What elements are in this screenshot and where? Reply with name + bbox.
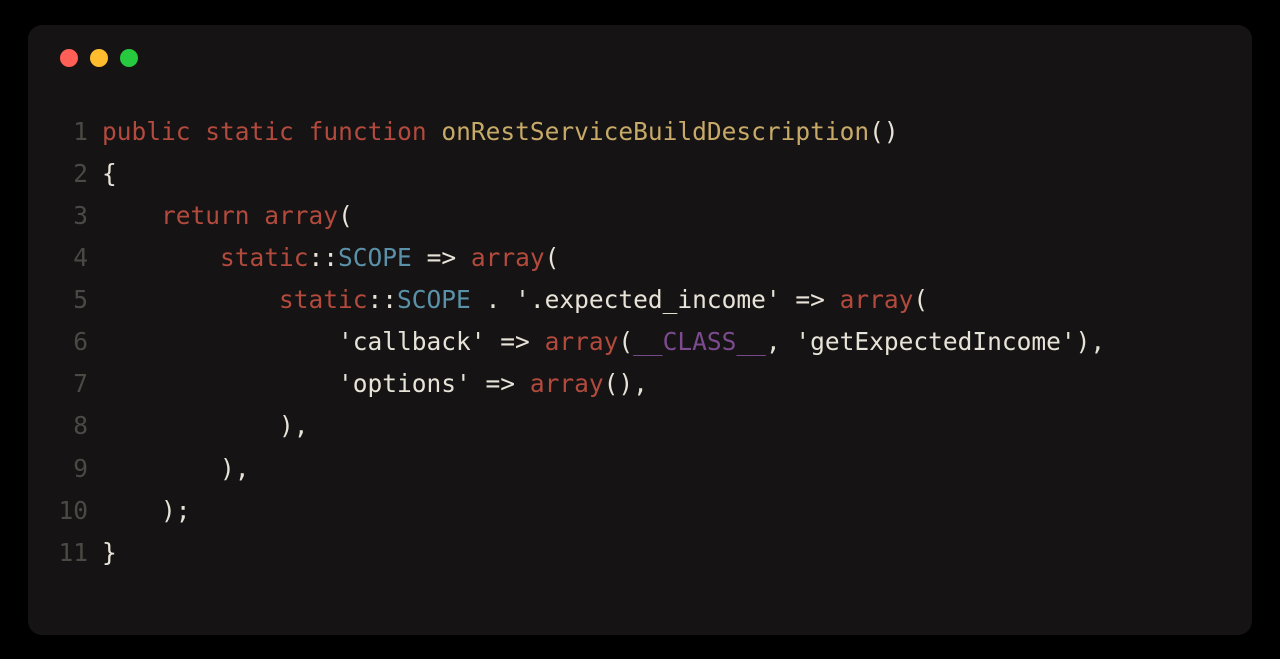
code-text: return array( [102, 195, 1224, 237]
code-text: } [102, 532, 1224, 574]
code-block: 1public static function onRestServiceBui… [56, 111, 1224, 574]
traffic-lights [60, 49, 1224, 67]
token-punct [102, 201, 161, 230]
code-text: ); [102, 490, 1224, 532]
token-punct [250, 201, 265, 230]
code-line: 8 ), [56, 405, 1224, 447]
token-punct [781, 285, 796, 314]
code-text: 'options' => array(), [102, 363, 1224, 405]
token-function: onRestServiceBuildDescription [441, 117, 869, 146]
line-number: 3 [56, 195, 102, 237]
code-text: ), [102, 448, 1224, 490]
code-text: static::SCOPE => array( [102, 237, 1224, 279]
code-line: 3 return array( [56, 195, 1224, 237]
code-line: 6 'callback' => array(__CLASS__, 'getExp… [56, 321, 1224, 363]
code-line: 11} [56, 532, 1224, 574]
code-window: 1public static function onRestServiceBui… [28, 25, 1252, 635]
token-keyword: static [220, 243, 309, 272]
line-number: 1 [56, 111, 102, 153]
close-icon[interactable] [60, 49, 78, 67]
token-keyword: return [161, 201, 250, 230]
token-keyword: function [309, 117, 427, 146]
token-punct [102, 285, 279, 314]
token-scope: SCOPE [338, 243, 412, 272]
token-array: array [264, 201, 338, 230]
token-punct: ( [338, 201, 353, 230]
token-array: array [471, 243, 545, 272]
token-punct: , [766, 327, 796, 356]
code-line: 4 static::SCOPE => array( [56, 237, 1224, 279]
token-punct [191, 117, 206, 146]
line-number: 4 [56, 237, 102, 279]
code-line: 2{ [56, 153, 1224, 195]
token-keyword: static [279, 285, 368, 314]
token-punct: :: [368, 285, 398, 314]
line-number: 10 [56, 490, 102, 532]
token-punct [102, 243, 220, 272]
code-text: ), [102, 405, 1224, 447]
token-arrow: => [427, 243, 457, 272]
token-array: array [530, 369, 604, 398]
code-text: static::SCOPE . '.expected_income' => ar… [102, 279, 1224, 321]
token-array: array [545, 327, 619, 356]
line-number: 2 [56, 153, 102, 195]
token-punct [102, 369, 338, 398]
token-punct: (), [604, 369, 648, 398]
token-array: array [840, 285, 914, 314]
line-number: 11 [56, 532, 102, 574]
code-line: 1public static function onRestServiceBui… [56, 111, 1224, 153]
token-arrow: => [500, 327, 530, 356]
code-text: public static function onRestServiceBuil… [102, 111, 1224, 153]
line-number: 9 [56, 448, 102, 490]
token-string: 'callback' [338, 327, 486, 356]
token-punct: ); [102, 496, 191, 525]
token-punct: ), [102, 411, 309, 440]
token-punct [825, 285, 840, 314]
token-keyword: static [205, 117, 294, 146]
token-punct: ( [618, 327, 633, 356]
token-punct: ( [545, 243, 560, 272]
line-number: 7 [56, 363, 102, 405]
token-scope: SCOPE [397, 285, 471, 314]
code-text: { [102, 153, 1224, 195]
token-arrow: => [795, 285, 825, 314]
code-line: 5 static::SCOPE . '.expected_income' => … [56, 279, 1224, 321]
code-line: 9 ), [56, 448, 1224, 490]
token-string: 'options' [338, 369, 471, 398]
token-punct [102, 327, 338, 356]
token-punct [471, 369, 486, 398]
token-punct: } [102, 538, 117, 567]
token-arrow: => [486, 369, 516, 398]
token-punct: ), [102, 454, 250, 483]
token-punct [486, 327, 501, 356]
maximize-icon[interactable] [120, 49, 138, 67]
token-punct [530, 327, 545, 356]
minimize-icon[interactable] [90, 49, 108, 67]
line-number: 5 [56, 279, 102, 321]
token-punct: { [102, 159, 117, 188]
code-line: 7 'options' => array(), [56, 363, 1224, 405]
line-number: 6 [56, 321, 102, 363]
code-line: 10 ); [56, 490, 1224, 532]
token-punct [412, 243, 427, 272]
token-punct [294, 117, 309, 146]
token-punct [456, 243, 471, 272]
token-punct [427, 117, 442, 146]
token-string: '.expected_income' [515, 285, 781, 314]
token-keyword: public [102, 117, 191, 146]
line-number: 8 [56, 405, 102, 447]
token-punct: ( [913, 285, 928, 314]
token-punct: () [869, 117, 899, 146]
token-string: 'getExpectedIncome' [795, 327, 1075, 356]
token-punct: . [471, 285, 515, 314]
token-punct [515, 369, 530, 398]
token-punct: ), [1076, 327, 1106, 356]
code-text: 'callback' => array(__CLASS__, 'getExpec… [102, 321, 1224, 363]
token-punct: :: [309, 243, 339, 272]
token-const: __CLASS__ [633, 327, 766, 356]
